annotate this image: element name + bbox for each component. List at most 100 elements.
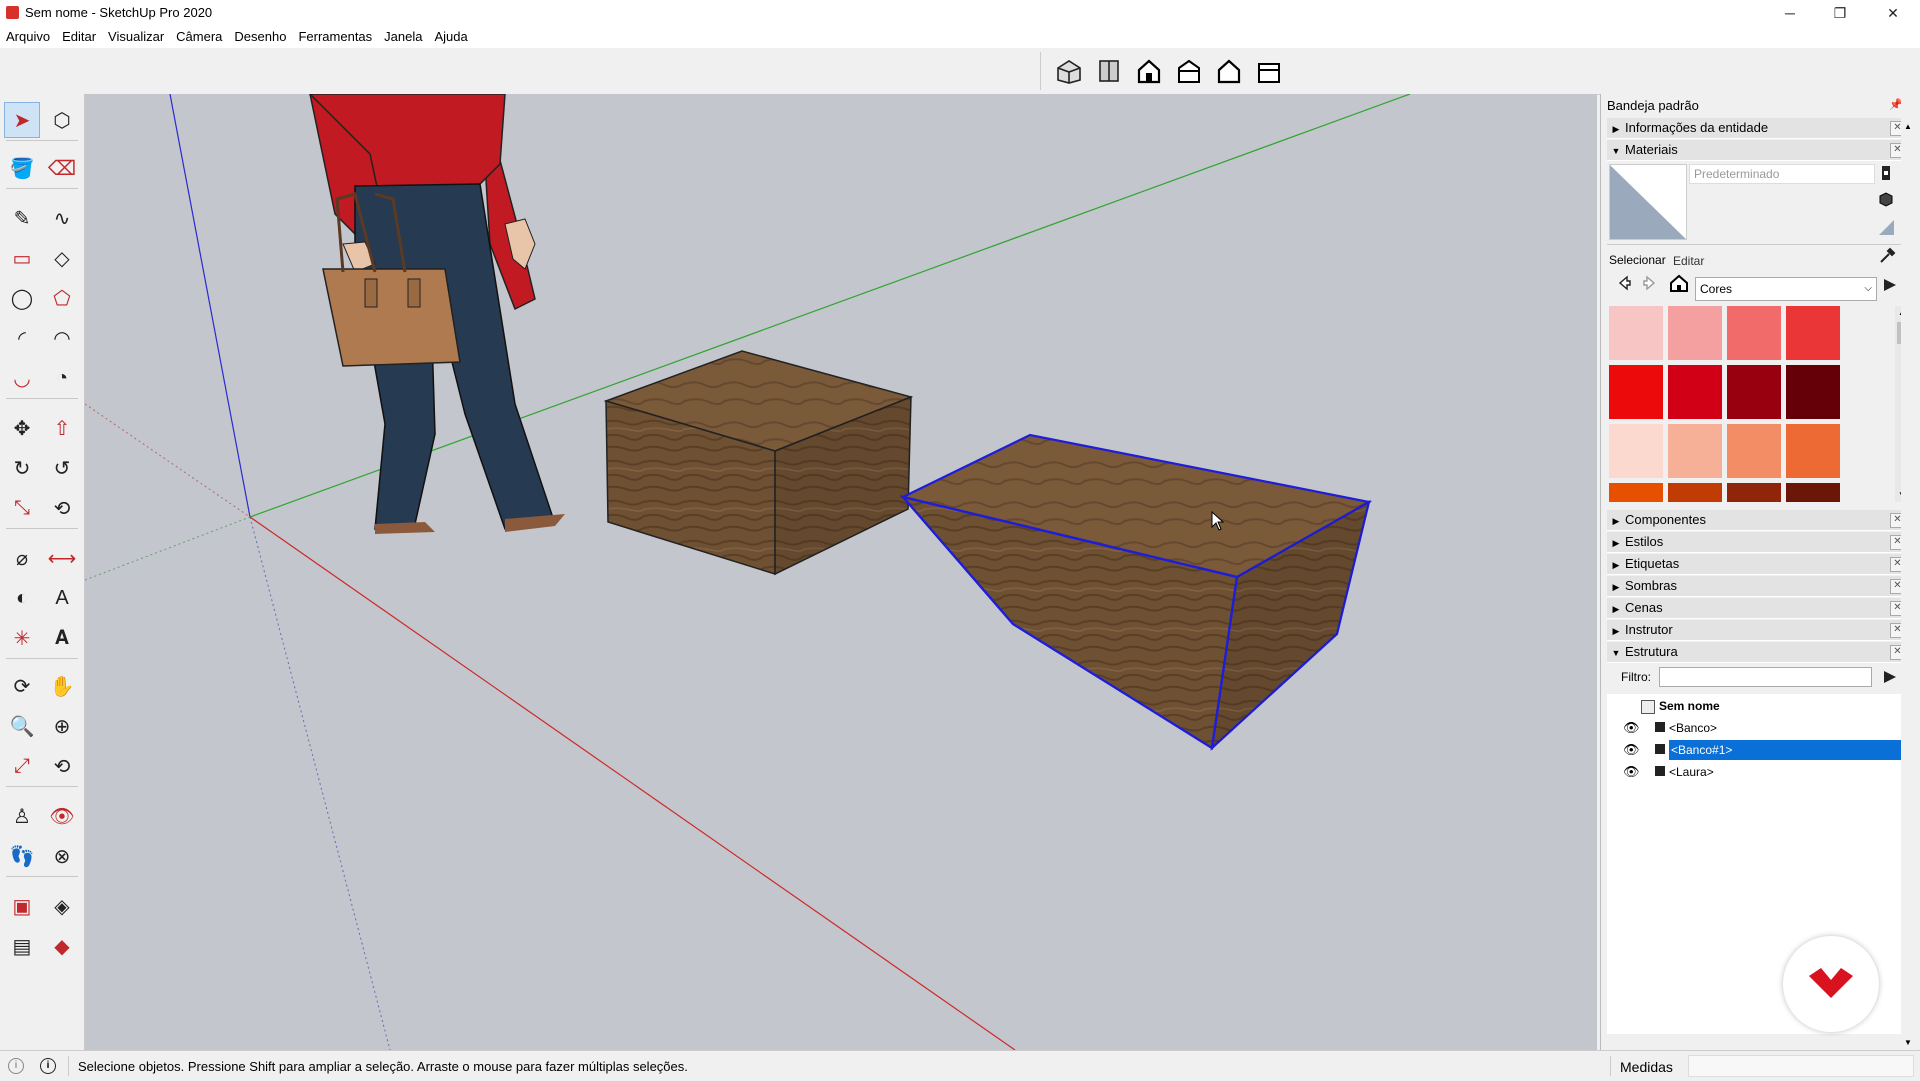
panel-shadows[interactable]: ▶ Sombras ✕ (1607, 576, 1907, 597)
material-swatch[interactable] (1727, 424, 1781, 478)
material-3d-icon[interactable] (1877, 190, 1895, 208)
create-material-icon[interactable] (1877, 164, 1895, 182)
material-swatch[interactable] (1609, 365, 1663, 419)
outliner-item-banco-1-selected[interactable]: <Banco#1> (1669, 740, 1901, 760)
warehouse-icon[interactable]: ▣ (4, 888, 40, 924)
iso-view-icon[interactable] (1049, 52, 1089, 90)
panel-outliner[interactable]: ▼ Estrutura ✕ (1607, 642, 1907, 663)
material-name-field[interactable]: Predeterminado (1689, 164, 1875, 184)
panel-entity-info[interactable]: ▶ Informações da entidade ✕ (1607, 118, 1907, 139)
tab-select[interactable]: Selecionar (1609, 253, 1666, 267)
follow-me-icon[interactable]: ↺ (44, 450, 80, 486)
material-swatch[interactable] (1609, 306, 1663, 360)
material-swatch[interactable] (1609, 483, 1663, 502)
rotate-tool-icon[interactable]: ↻ (4, 450, 40, 486)
right-view-icon[interactable] (1169, 52, 1209, 90)
banco-1-box-selected[interactable] (899, 433, 1373, 751)
send-to-layout-icon[interactable]: ▤ (4, 928, 40, 964)
circle-tool-icon[interactable]: ◯ (4, 280, 40, 316)
two-point-arc-icon[interactable]: ◠ (44, 320, 80, 356)
position-camera-icon[interactable]: ♙ (4, 798, 40, 834)
eye-icon[interactable]: 👁 (1623, 764, 1640, 780)
eraser-icon[interactable]: ⌫ (44, 150, 80, 186)
menu-desenho[interactable]: Desenho (228, 26, 292, 47)
home-icon[interactable] (1669, 274, 1689, 292)
material-swatch[interactable] (1786, 424, 1840, 478)
outliner-details-icon[interactable] (1881, 668, 1899, 686)
eye-icon[interactable]: 👁 (1623, 742, 1640, 758)
outliner-item-laura[interactable]: <Laura> (1669, 765, 1714, 779)
material-swatch[interactable] (1786, 306, 1840, 360)
details-arrow-icon[interactable] (1881, 276, 1899, 294)
make-component-icon[interactable]: ⬡ (44, 102, 80, 138)
minimize-button[interactable]: ─ (1765, 0, 1815, 26)
zoom-tool-icon[interactable]: 🔍 (4, 708, 40, 744)
extension-warehouse-icon[interactable]: ◈ (44, 888, 80, 924)
text-tool-icon[interactable]: A (44, 580, 80, 616)
section-plane-icon[interactable]: ⊗ (44, 838, 80, 874)
look-around-icon[interactable]: 👁 (44, 798, 80, 834)
banco-box[interactable] (603, 350, 914, 576)
front-view-icon[interactable] (1129, 52, 1169, 90)
restore-button[interactable]: ❐ (1815, 0, 1865, 26)
arc-tool-icon[interactable]: ◜ (4, 320, 40, 356)
tape-measure-icon[interactable]: ⌀ (4, 540, 40, 576)
material-swatch[interactable] (1727, 483, 1781, 502)
library-dropdown[interactable]: Cores ⌵ (1695, 277, 1877, 301)
panel-tags[interactable]: ▶ Etiquetas ✕ (1607, 554, 1907, 575)
menu-ajuda[interactable]: Ajuda (428, 26, 473, 47)
freehand-tool-icon[interactable]: ∿ (44, 200, 80, 236)
menu-editar[interactable]: Editar (56, 26, 102, 47)
protractor-icon[interactable]: ◐ (4, 580, 40, 616)
panel-styles[interactable]: ▶ Estilos ✕ (1607, 532, 1907, 553)
filter-input[interactable] (1659, 667, 1872, 687)
zoom-extents-icon[interactable]: ⤢ (4, 748, 40, 784)
push-pull-icon[interactable]: ⇧ (44, 410, 80, 446)
panel-components[interactable]: ▶ Componentes ✕ (1607, 510, 1907, 531)
scale-tool-icon[interactable]: ⤡ (4, 490, 40, 526)
panel-scenes[interactable]: ▶ Cenas ✕ (1607, 598, 1907, 619)
back-arrow-icon[interactable] (1615, 274, 1633, 292)
material-swatch[interactable] (1668, 424, 1722, 478)
menu-visualizar[interactable]: Visualizar (102, 26, 170, 47)
scroll-up-icon[interactable]: ▲ (1904, 122, 1912, 131)
paint-bucket-icon[interactable]: 🪣 (4, 150, 40, 186)
material-swatch[interactable] (1668, 483, 1722, 502)
pan-tool-icon[interactable]: ✋ (44, 668, 80, 704)
menu-arquivo[interactable]: Arquivo (0, 26, 56, 47)
tray-scrollbar[interactable]: ▲ ▼ (1901, 94, 1917, 1050)
panel-instructor[interactable]: ▶ Instrutor ✕ (1607, 620, 1907, 641)
line-tool-icon[interactable]: ✎ (4, 200, 40, 236)
offset-tool-icon[interactable]: ⟲ (44, 490, 80, 526)
polygon-tool-icon[interactable]: ⬠ (44, 280, 80, 316)
tab-edit[interactable]: Editar (1673, 254, 1704, 268)
three-point-arc-icon[interactable]: ◡ (4, 360, 40, 396)
close-button[interactable]: ✕ (1868, 0, 1918, 26)
rotated-rectangle-icon[interactable]: ◇ (44, 240, 80, 276)
default-material-icon[interactable] (1877, 218, 1895, 236)
drawing-area[interactable] (85, 94, 1597, 1050)
material-swatch[interactable] (1668, 365, 1722, 419)
menu-camera[interactable]: Câmera (170, 26, 228, 47)
orbit-tool-icon[interactable]: ⟳ (4, 668, 40, 704)
previous-view-icon[interactable]: ⟲ (44, 748, 80, 784)
outliner-root[interactable]: Sem nome (1659, 699, 1720, 713)
panel-materials[interactable]: ▼ Materiais ✕ (1607, 140, 1907, 161)
left-view-icon[interactable] (1249, 52, 1289, 90)
pie-tool-icon[interactable]: ◔ (44, 360, 80, 396)
walk-tool-icon[interactable]: 👣 (4, 838, 40, 874)
3d-text-icon[interactable]: 𝐀 (44, 620, 80, 656)
material-swatch[interactable] (1727, 365, 1781, 419)
geolocation-icon[interactable]: i (8, 1058, 24, 1074)
measurements-input[interactable] (1688, 1055, 1914, 1077)
menu-janela[interactable]: Janela (378, 26, 428, 47)
top-view-icon[interactable] (1089, 52, 1129, 90)
extension-manager-icon[interactable]: ◆ (44, 928, 80, 964)
move-tool-icon[interactable]: ✥ (4, 410, 40, 446)
eyedropper-icon[interactable] (1877, 246, 1897, 266)
scroll-down-icon[interactable]: ▼ (1904, 1038, 1912, 1047)
outliner-item-banco[interactable]: <Banco> (1669, 721, 1717, 735)
material-swatch[interactable] (1609, 424, 1663, 478)
material-swatch[interactable] (1668, 306, 1722, 360)
select-tool-icon[interactable]: ➤ (4, 102, 40, 138)
